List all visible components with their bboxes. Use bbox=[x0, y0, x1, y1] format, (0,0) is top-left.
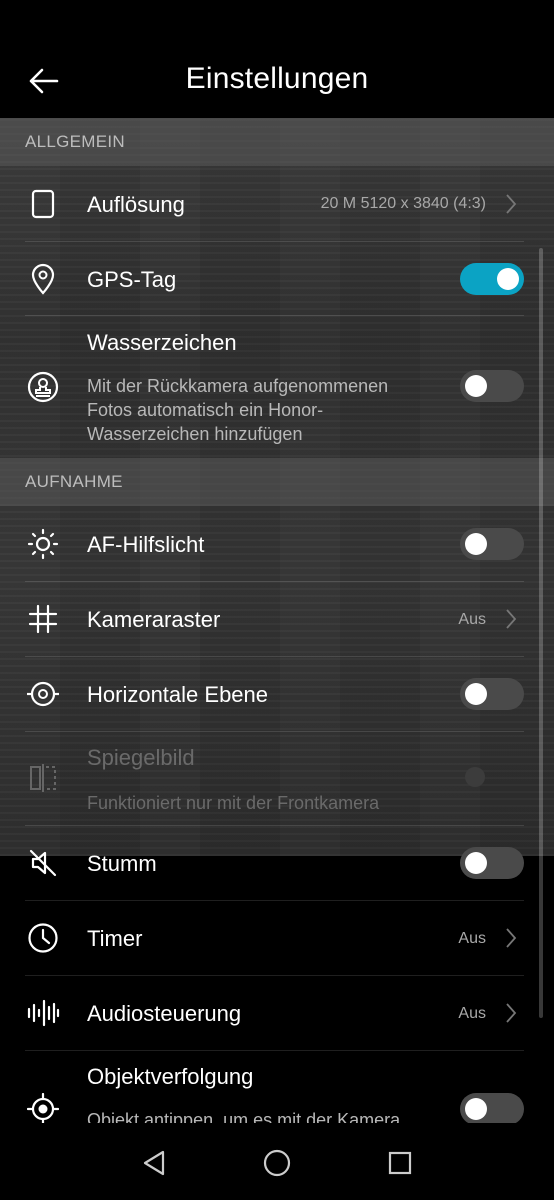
chevron-right-icon bbox=[506, 194, 517, 214]
watermark-toggle[interactable] bbox=[460, 370, 524, 402]
nav-home-button[interactable] bbox=[257, 1143, 297, 1183]
setting-label: GPS-Tag bbox=[87, 267, 177, 292]
nav-back-button[interactable] bbox=[134, 1143, 174, 1183]
setting-description: Objekt antippen, um es mit der Kamera bbox=[87, 1110, 401, 1123]
setting-label: Audiosteuerung bbox=[87, 1001, 242, 1026]
square-recents-icon bbox=[388, 1151, 412, 1175]
setting-value: Aus bbox=[458, 930, 486, 947]
setting-label: Wasserzeichen bbox=[87, 330, 237, 355]
setting-mirror: Spiegelbild Funktioniert nur mit der Fro… bbox=[0, 732, 554, 826]
nav-recents-button[interactable] bbox=[380, 1143, 420, 1183]
location-pin-icon bbox=[25, 261, 61, 297]
mute-icon bbox=[25, 845, 61, 881]
scrollbar[interactable] bbox=[539, 248, 543, 1018]
stamp-icon bbox=[25, 369, 61, 405]
circle-home-icon bbox=[263, 1149, 291, 1177]
mirror-toggle bbox=[460, 761, 524, 793]
grid-icon bbox=[25, 601, 61, 637]
setting-object-tracking[interactable]: Objektverfolgung Objekt antippen, um es … bbox=[0, 1051, 554, 1123]
setting-label: AF-Hilfslicht bbox=[87, 532, 205, 557]
chevron-right-icon bbox=[506, 1003, 517, 1023]
chevron-right-icon bbox=[506, 928, 517, 948]
setting-gps-tag[interactable]: GPS-Tag bbox=[0, 242, 554, 316]
section-header-capture: AUFNAHME bbox=[0, 458, 554, 506]
setting-description: Mit der Rückkamera aufgenommenen Fotos a… bbox=[87, 376, 389, 444]
triangle-back-icon bbox=[143, 1150, 165, 1176]
target-icon bbox=[25, 1091, 61, 1123]
setting-label: Objektverfolgung bbox=[87, 1064, 254, 1089]
mute-toggle[interactable] bbox=[460, 847, 524, 879]
horizontal-level-toggle[interactable] bbox=[460, 678, 524, 710]
setting-label: Horizontale Ebene bbox=[87, 682, 269, 707]
object-tracking-toggle[interactable] bbox=[460, 1093, 524, 1123]
gps-tag-toggle[interactable] bbox=[460, 263, 524, 295]
chevron-right-icon bbox=[506, 609, 517, 629]
setting-label: Kameraraster bbox=[87, 607, 221, 632]
section-header-general: ALLGEMEIN bbox=[0, 118, 554, 166]
setting-audio-control[interactable]: Audiosteuerung Aus bbox=[0, 976, 554, 1050]
setting-label: Timer bbox=[87, 926, 143, 951]
setting-value: Aus bbox=[458, 1005, 486, 1022]
setting-horizontal-level[interactable]: Horizontale Ebene bbox=[0, 657, 554, 731]
setting-grid[interactable]: Kameraraster Aus bbox=[0, 582, 554, 656]
af-light-toggle[interactable] bbox=[460, 528, 524, 560]
level-icon bbox=[25, 676, 61, 712]
page-title: Einstellungen bbox=[185, 62, 369, 95]
setting-timer[interactable]: Timer Aus bbox=[0, 901, 554, 975]
sun-icon bbox=[25, 526, 61, 562]
setting-label: Auflösung bbox=[87, 192, 185, 217]
setting-mute[interactable]: Stumm bbox=[0, 826, 554, 900]
setting-label: Stumm bbox=[87, 851, 157, 876]
setting-description: Funktioniert nur mit der Frontkamera bbox=[87, 793, 380, 813]
setting-af-light[interactable]: AF-Hilfslicht bbox=[0, 506, 554, 581]
setting-value: Aus bbox=[458, 611, 486, 628]
setting-value: 20 M 5120 x 3840 (4:3) bbox=[320, 195, 486, 212]
phone-icon bbox=[25, 186, 61, 222]
setting-watermark[interactable]: Wasserzeichen Mit der Rückkamera aufgeno… bbox=[0, 316, 554, 458]
mirror-icon bbox=[25, 760, 61, 796]
setting-resolution[interactable]: Auflösung 20 M 5120 x 3840 (4:3) bbox=[0, 166, 554, 241]
app-header: Einstellungen bbox=[0, 0, 554, 118]
waveform-icon bbox=[25, 995, 61, 1031]
setting-label: Spiegelbild bbox=[87, 745, 195, 770]
settings-list[interactable]: ALLGEMEIN Auflösung 20 M 5120 x 3840 (4:… bbox=[0, 118, 554, 1123]
system-navigation-bar bbox=[0, 1123, 554, 1200]
clock-icon bbox=[25, 920, 61, 956]
